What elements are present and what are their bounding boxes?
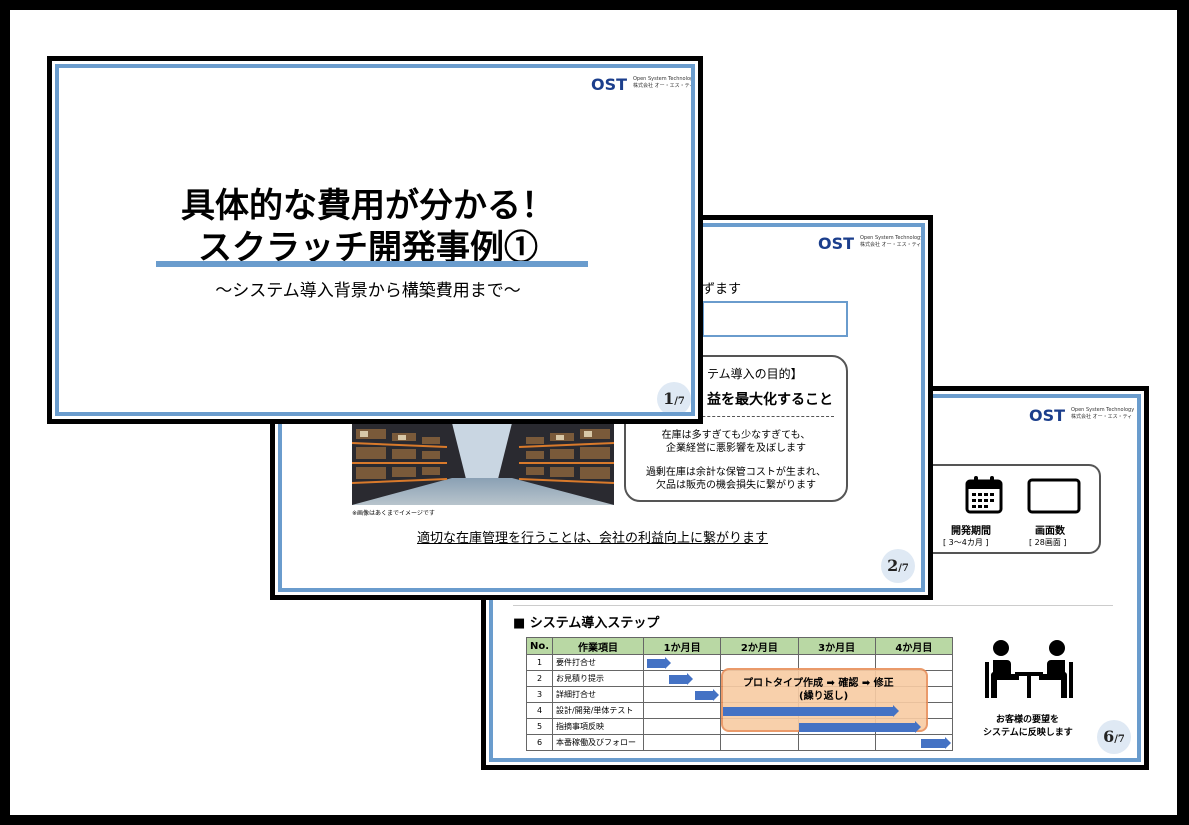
subtitle: ～システム導入背景から構築費用まで～ [215,281,521,301]
section-title: ■ システム導入ステップ [513,616,660,631]
col-header: 2か月目 [720,637,799,655]
purpose-title: テム導入の目的】 [707,367,803,381]
page-current: 2 [887,556,899,575]
logo: OST Open System Technology 株式会社 オー・エス・ティ [1029,406,1134,425]
table-row: 6 本番稼働及びフォロー [525,734,954,751]
col-header: 作業項目 [552,637,645,655]
page-number: 2/7 [881,549,915,583]
row-no: 3 [525,686,554,703]
page-total: /7 [1114,734,1125,745]
page-total: /7 [674,396,685,407]
page-current: 1 [663,389,675,408]
calendar-icon [965,476,1003,514]
row-no: 4 [525,702,554,719]
prototype-text-2: (繰り返し) [799,691,849,702]
slide-1-frame: OST Open System Technology 株式会社 オー・エス・ティ… [55,64,695,416]
logo: OST Open System Technology 株式会社 オー・エス・ティ [591,75,691,94]
col-header: No. [525,637,554,655]
divider [513,605,1113,606]
gantt-bar-6 [921,737,951,749]
page-number: 1/7 [657,382,691,412]
meeting-icon [985,640,1073,698]
gantt-bar-5 [799,721,921,733]
row-no: 2 [525,670,554,687]
col-header: 1か月目 [643,637,722,655]
page-current: 6 [1103,727,1115,746]
page-number: 6/7 [1097,720,1131,754]
logo: OST Open System Technology 株式会社 オー・エス・ティ [818,234,921,253]
period-label: 開発期間 [951,526,991,537]
logo-mark: OST [1029,406,1066,425]
row-task: 詳細打合せ [552,686,645,703]
note2-line2: 欠品は販売の機会損失に繋がります [656,480,816,491]
input-box [702,301,848,337]
row-task: 設計/開発/単体テスト [552,702,645,719]
screens-value: [ 28画面 ] [1029,538,1067,547]
logo-mark: OST [818,234,855,253]
logo-line2: 株式会社 オー・エス・ティ [860,242,922,248]
customer-text-1: お客様の要望を [996,715,1060,725]
image-caption: ※画像はあくまでイメージです [352,510,435,517]
col-header: 4か月目 [874,637,954,655]
purpose-main: 益を最大化すること [707,392,833,408]
title-underline [156,261,588,267]
warehouse-image [352,423,614,505]
logo-line2: 株式会社 オー・エス・ティ [633,83,695,89]
note1-line2: 企業経営に悪影響を及ぼします [666,443,806,454]
screens-label: 画面数 [1035,526,1065,537]
canvas: OST Open System Technology 株式会社 オー・エス・ティ [0,0,1189,825]
partial-heading: ずます [702,282,742,297]
gantt-bar-4 [723,705,899,717]
row-task: 要件打合せ [552,654,645,671]
white-background: OST Open System Technology 株式会社 オー・エス・ティ [10,10,1177,815]
page-total: /7 [898,563,909,574]
tablet-icon [1027,478,1081,514]
customer-text-2: システムに反映します [983,728,1073,738]
row-no: 6 [525,734,554,751]
gantt-bar-2 [669,673,693,685]
row-task: お見積り提示 [552,670,645,687]
logo-line2: 株式会社 オー・エス・ティ [1071,414,1133,420]
conclusion: 適切な在庫管理を行うことは、会社の利益向上に繋がります [417,531,769,546]
row-no: 5 [525,718,554,735]
row-task: 指摘事項反映 [552,718,645,735]
row-no: 1 [525,654,554,671]
gantt-bar-1 [647,657,671,669]
logo-mark: OST [591,75,628,94]
row-task: 本番稼働及びフォロー [552,734,645,751]
slide-1: OST Open System Technology 株式会社 オー・エス・ティ… [47,56,703,424]
col-header: 3か月目 [797,637,876,655]
logo-line1: Open System Technology [633,76,695,82]
period-value: [ 3～4カ月 ] [943,538,989,547]
info-box: 開発期間 [ 3～4カ月 ] 画面数 [ 28画面 ] [923,464,1101,554]
logo-line1: Open System Technology [1071,407,1135,413]
logo-line1: Open System Technology [860,235,924,241]
gantt-bar-3 [695,689,719,701]
